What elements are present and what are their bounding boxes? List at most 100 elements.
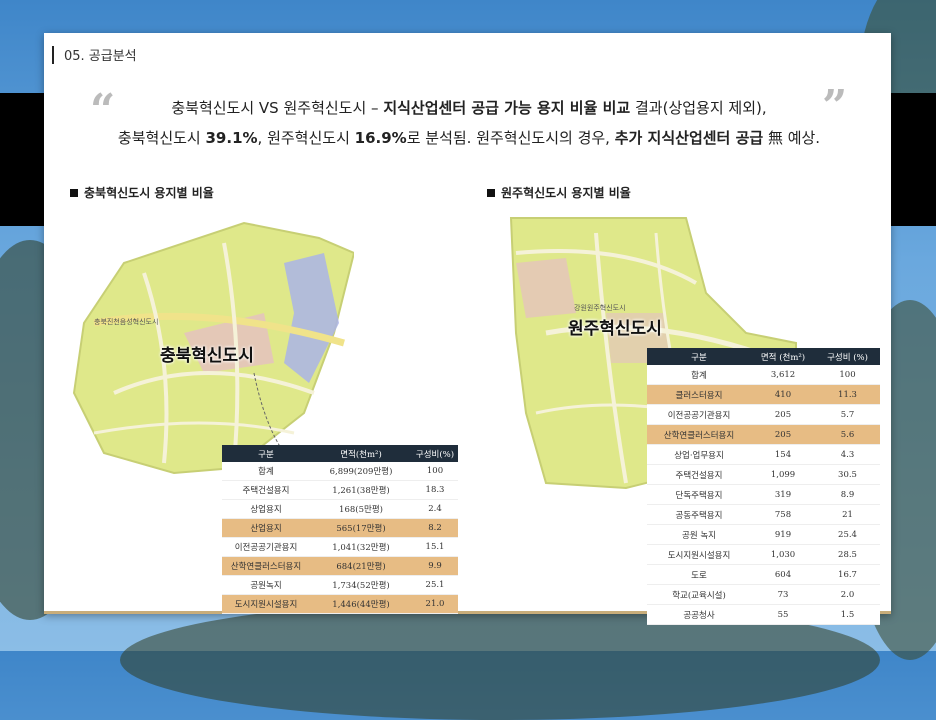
table-cell-ratio: 18.3: [412, 480, 458, 500]
left-map-sublabel: 충북진천음성혁신도시: [94, 318, 159, 326]
bullet-square-icon: [70, 189, 78, 197]
table-cell-name: 공공청사: [647, 604, 751, 625]
column-header: 면적 (천m²): [751, 348, 815, 365]
table-cell-area: 205: [751, 424, 815, 445]
table-cell-name: 도시지원시설용지: [647, 544, 751, 565]
table-cell-ratio: 2.4: [412, 499, 458, 519]
table-row: 이전공공기관용지 1,041(32만평) 15.1: [222, 537, 458, 557]
table-cell-ratio: 100: [412, 462, 458, 481]
table-cell-name: 공동주택용지: [647, 504, 751, 525]
table-cell-name: 이전공공기관용지: [647, 404, 751, 425]
right-map-sublabel: 강원원주혁신도시: [574, 304, 626, 312]
table-cell-area: 73: [751, 584, 815, 605]
table-cell-name: 이전공공기관용지: [222, 537, 310, 557]
table-cell-area: 1,030: [751, 544, 815, 565]
table-cell-ratio: 16.7: [815, 564, 880, 585]
table-row: 공원녹지 1,734(52만평) 25.1: [222, 575, 458, 595]
table-cell-name: 합계: [647, 365, 751, 385]
column-header: 면적(천m²): [310, 445, 412, 462]
table-cell-area: 684(21만평): [310, 556, 412, 576]
table-row: 주택건설용지 1,261(38만평) 18.3: [222, 480, 458, 500]
table-cell-ratio: 30.5: [815, 464, 880, 485]
column-header: 구분: [222, 445, 310, 462]
table-cell-ratio: 28.5: [815, 544, 880, 565]
summary-text-run: 충북혁신도시: [117, 129, 206, 147]
right-map-title: 원주혁신도시 용지별 비율: [487, 184, 631, 201]
left-map-title-text: 충북혁신도시 용지별 비율: [84, 186, 214, 200]
section-title: 05. 공급분석: [64, 49, 137, 64]
table-row: 클러스터용지 410 11.3: [647, 384, 880, 405]
table-cell-name: 도시지원시설용지: [222, 594, 310, 614]
table-cell-area: 758: [751, 504, 815, 525]
chungbuk-land-table: 구분 면적(천m²) 구성비(%) 합계 6,899(209만평) 100 주택건설용…: [222, 445, 458, 614]
table-cell-name: 공원녹지: [222, 575, 310, 595]
table-cell-area: 1,734(52만평): [310, 575, 412, 595]
table-row: 상업용지 168(5만평) 2.4: [222, 499, 458, 519]
table-cell-ratio: 1.5: [815, 604, 880, 625]
table-row: 공원 녹지 919 25.4: [647, 524, 880, 545]
left-map-city-label: 충북혁신도시: [160, 346, 254, 366]
table-cell-ratio: 8.9: [815, 484, 880, 505]
column-header: 구분: [647, 348, 751, 365]
column-header: 구성비(%): [412, 445, 458, 462]
table-cell-ratio: 100: [815, 365, 880, 385]
table-cell-ratio: 4.3: [815, 444, 880, 465]
table-cell-area: 55: [751, 604, 815, 625]
table-cell-name: 단독주택용지: [647, 484, 751, 505]
table-cell-area: 1,261(38만평): [310, 480, 412, 500]
table-cell-area: 6,899(209만평): [310, 462, 412, 481]
summary-text-run: 無 예상.: [763, 129, 821, 147]
table-header-row: 구분 면적(천m²) 구성비(%): [222, 445, 458, 462]
table-row: 산학연클러스터용지 205 5.6: [647, 424, 880, 445]
table-cell-ratio: 15.1: [412, 537, 458, 557]
table-row: 도시지원시설용지 1,030 28.5: [647, 544, 880, 565]
table-row: 도로 604 16.7: [647, 564, 880, 585]
table-cell-name: 상업용지: [222, 499, 310, 519]
table-row: 도시지원시설용지 1,446(44만평) 21.0: [222, 594, 458, 614]
table-cell-name: 학교(교육시설): [647, 584, 751, 605]
summary-text-run: 로 분석됨. 원주혁신도시의 경우,: [406, 129, 615, 147]
right-map-title-text: 원주혁신도시 용지별 비율: [501, 186, 631, 200]
table-cell-area: 410: [751, 384, 815, 405]
table-cell-area: 565(17만평): [310, 518, 412, 538]
table-row: 합계 3,612 100: [647, 365, 880, 385]
table-row: 산업용지 565(17만평) 8.2: [222, 518, 458, 538]
table-cell-name: 산학연클러스터용지: [647, 424, 751, 445]
table-row: 산학연클러스터용지 684(21만평) 9.9: [222, 556, 458, 576]
table-row: 공동주택용지 758 21: [647, 504, 880, 525]
table-cell-area: 604: [751, 564, 815, 585]
table-cell-ratio: 5.6: [815, 424, 880, 445]
table-cell-ratio: 25.4: [815, 524, 880, 545]
bullet-square-icon: [487, 189, 495, 197]
wonju-land-table: 구분 면적 (천m²) 구성비 (%) 합계 3,612 100 클러스터용지 410 1…: [647, 348, 880, 625]
table-cell-name: 공원 녹지: [647, 524, 751, 545]
summary-text: 충북혁신도시 VS 원주혁신도시 – 지식산업센터 공급 가능 용지 비율 비교…: [104, 93, 834, 153]
summary-text-run: , 원주혁신도시: [257, 129, 355, 147]
table-cell-ratio: 9.9: [412, 556, 458, 576]
table-cell-ratio: 25.1: [412, 575, 458, 595]
table-cell-area: 154: [751, 444, 815, 465]
summary-emphasis: 지식산업센터 공급 가능 용지 비율 비교: [383, 99, 631, 117]
table-row: 학교(교육시설) 73 2.0: [647, 584, 880, 605]
table-header-row: 구분 면적 (천m²) 구성비 (%): [647, 348, 880, 365]
table-cell-area: 3,612: [751, 365, 815, 385]
section-label: 05. 공급분석: [52, 45, 137, 64]
table-row: 상업·업무용지 154 4.3: [647, 444, 880, 465]
left-map-title: 충북혁신도시 용지별 비율: [70, 184, 214, 201]
table-cell-name: 상업·업무용지: [647, 444, 751, 465]
summary-emphasis: 39.1%: [205, 129, 258, 147]
table-cell-area: 919: [751, 524, 815, 545]
table-row: 공공청사 55 1.5: [647, 604, 880, 625]
summary-emphasis: 16.9%: [354, 129, 407, 147]
table-cell-ratio: 2.0: [815, 584, 880, 605]
right-map-city-label: 원주혁신도시: [568, 319, 662, 339]
summary-text-run: 결과(상업용지 제외),: [630, 99, 767, 117]
table-cell-ratio: 8.2: [412, 518, 458, 538]
table-cell-name: 산학연클러스터용지: [222, 556, 310, 576]
table-cell-area: 319: [751, 484, 815, 505]
table-cell-area: 205: [751, 404, 815, 425]
table-cell-area: 168(5만평): [310, 499, 412, 519]
table-cell-name: 주택건설용지: [222, 480, 310, 500]
table-cell-area: 1,041(32만평): [310, 537, 412, 557]
table-cell-ratio: 21: [815, 504, 880, 525]
